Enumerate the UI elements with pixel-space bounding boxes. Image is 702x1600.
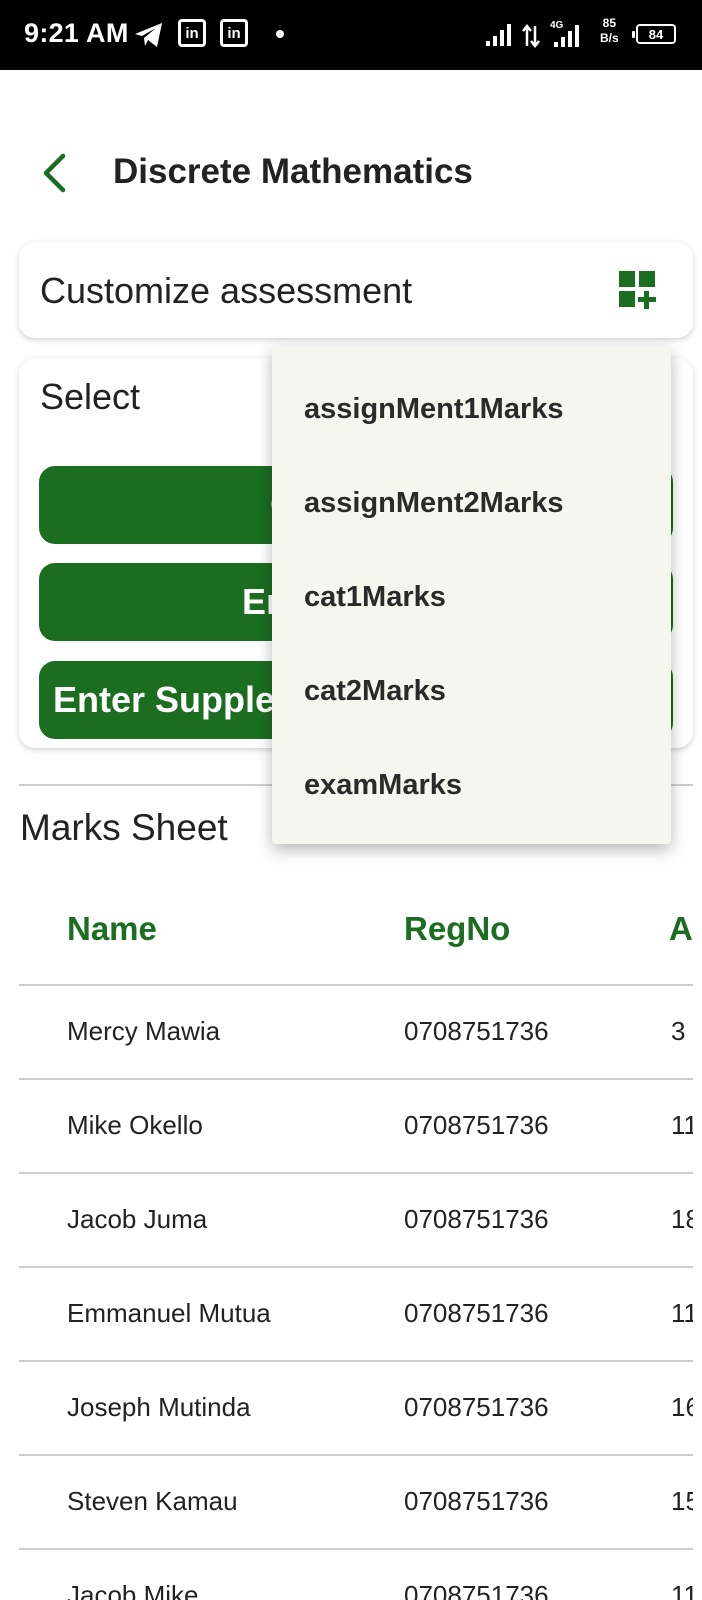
marks-table[interactable]: Name RegNo A Mercy Mawia 0708751736 3 Mi…	[19, 880, 693, 1600]
linkedin-icon: in	[220, 19, 248, 47]
table-body: Mercy Mawia 0708751736 3 Mike Okello 070…	[19, 986, 693, 1600]
customize-assessment-label: Customize assessment	[40, 270, 413, 311]
app-bar: Discrete Mathematics	[0, 130, 702, 220]
notification-dot-icon	[276, 30, 284, 38]
linkedin-icon: in	[178, 19, 206, 47]
cell-name: Mercy Mawia	[67, 1016, 221, 1046]
column-header-a[interactable]: A	[669, 910, 693, 948]
cell-name: Jacob Mike	[67, 1580, 199, 1600]
cell-name: Joseph Mutinda	[67, 1392, 251, 1422]
marks-sheet-title: Marks Sheet	[20, 807, 228, 848]
select-label: Select	[40, 376, 141, 417]
cell-name: Mike Okello	[67, 1110, 203, 1140]
chevron-left-icon	[41, 153, 67, 198]
table-row[interactable]: Emmanuel Mutua 0708751736 11	[19, 1268, 693, 1362]
menu-item-assignment1-marks[interactable]: assignMent1Marks	[272, 362, 671, 456]
page-title: Discrete Mathematics	[113, 152, 473, 191]
table-row[interactable]: Steven Kamau 0708751736 15	[19, 1456, 693, 1550]
network-speed: 85 B/s	[600, 16, 619, 46]
cell-a: 11	[671, 1110, 693, 1140]
table-header: Name RegNo A	[19, 880, 693, 986]
data-arrows-icon	[522, 23, 540, 53]
menu-item-assignment2-marks[interactable]: assignMent2Marks	[272, 456, 671, 550]
cell-regno: 0708751736	[404, 1110, 549, 1140]
menu-item-cat1-marks[interactable]: cat1Marks	[272, 550, 671, 644]
column-header-name[interactable]: Name	[67, 910, 157, 948]
cell-a: 3	[671, 1016, 686, 1046]
table-row[interactable]: Mercy Mawia 0708751736 3	[19, 986, 693, 1080]
cell-a: 11	[671, 1580, 693, 1600]
cell-regno: 0708751736	[404, 1486, 549, 1516]
assessment-dropdown-menu: assignMent1Marks assignMent2Marks cat1Ma…	[272, 346, 671, 844]
4g-signal-icon: 4G	[548, 18, 582, 53]
status-bar: 9:21 AM in in 4G 85 B/s 84	[0, 0, 702, 70]
cell-a: 18	[671, 1204, 693, 1234]
telegram-icon	[134, 22, 164, 53]
table-row[interactable]: Mike Okello 0708751736 11	[19, 1080, 693, 1174]
cell-regno: 0708751736	[404, 1392, 549, 1422]
table-row[interactable]: Joseph Mutinda 0708751736 16	[19, 1362, 693, 1456]
status-time: 9:21 AM	[24, 18, 129, 48]
table-row[interactable]: Jacob Mike 0708751736 11	[19, 1550, 693, 1600]
network-speed-value: 85	[602, 16, 617, 30]
cell-regno: 0708751736	[404, 1016, 549, 1046]
cell-a: 15	[671, 1486, 693, 1516]
column-header-regno[interactable]: RegNo	[404, 910, 510, 948]
add-grid-icon	[619, 271, 659, 315]
cell-name: Steven Kamau	[67, 1486, 238, 1516]
cell-a: 16	[671, 1392, 693, 1422]
network-speed-unit: B/s	[600, 31, 619, 45]
table-row[interactable]: Jacob Juma 0708751736 18	[19, 1174, 693, 1268]
cell-a: 11	[671, 1298, 693, 1328]
menu-item-cat2-marks[interactable]: cat2Marks	[272, 644, 671, 738]
svg-text:4G: 4G	[550, 20, 564, 31]
add-assessment-button[interactable]	[619, 271, 659, 311]
cell-regno: 0708751736	[404, 1204, 549, 1234]
signal-icon	[486, 24, 514, 51]
menu-item-exam-marks[interactable]: examMarks	[272, 738, 671, 832]
cell-name: Jacob Juma	[67, 1204, 208, 1234]
battery-icon: 84	[632, 24, 676, 44]
cell-regno: 0708751736	[404, 1580, 549, 1600]
cell-regno: 0708751736	[404, 1298, 549, 1328]
customize-assessment-card[interactable]: Customize assessment	[19, 242, 693, 338]
cell-name: Emmanuel Mutua	[67, 1298, 271, 1328]
back-button[interactable]	[34, 150, 74, 200]
